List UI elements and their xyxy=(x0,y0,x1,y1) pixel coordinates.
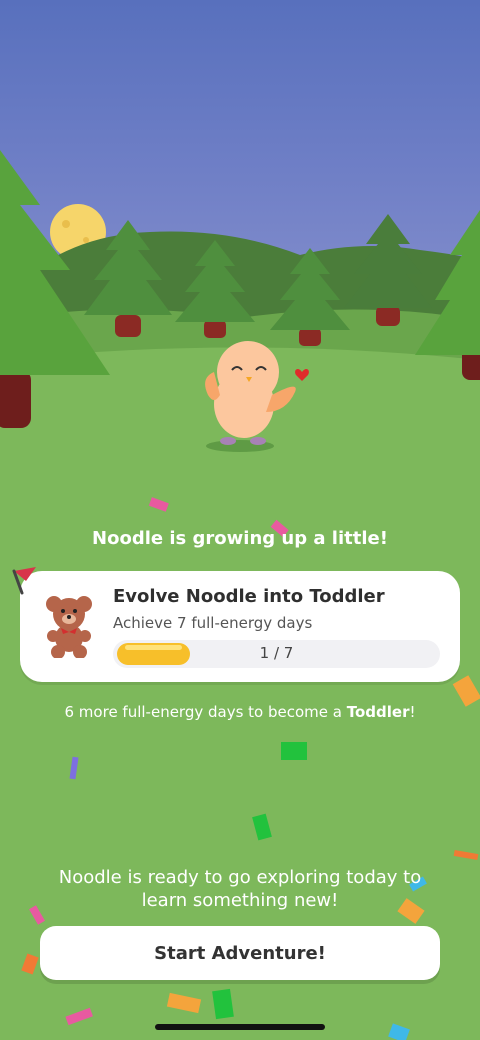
flag-icon xyxy=(12,567,36,595)
teddy-bear-icon xyxy=(46,596,92,658)
progress-bar: 1 / 7 xyxy=(113,640,440,668)
goal-stage: Toddler xyxy=(346,703,410,721)
goal-text: 6 more full-energy days to become a Todd… xyxy=(0,703,480,721)
home-indicator[interactable] xyxy=(155,1024,325,1030)
start-adventure-button[interactable]: Start Adventure! xyxy=(40,926,440,980)
growth-headline: Noodle is growing up a little! xyxy=(92,528,388,549)
milestone-title: Evolve Noodle into Toddler xyxy=(113,586,385,607)
progress-text: 1 / 7 xyxy=(259,644,294,662)
explore-text: Noodle is ready to go exploring today to… xyxy=(58,867,422,911)
goal-prefix: 6 more full-energy days to become a xyxy=(64,703,347,721)
milestone-subtitle: Achieve 7 full-energy days xyxy=(113,614,313,632)
goal-suffix: ! xyxy=(409,703,416,721)
